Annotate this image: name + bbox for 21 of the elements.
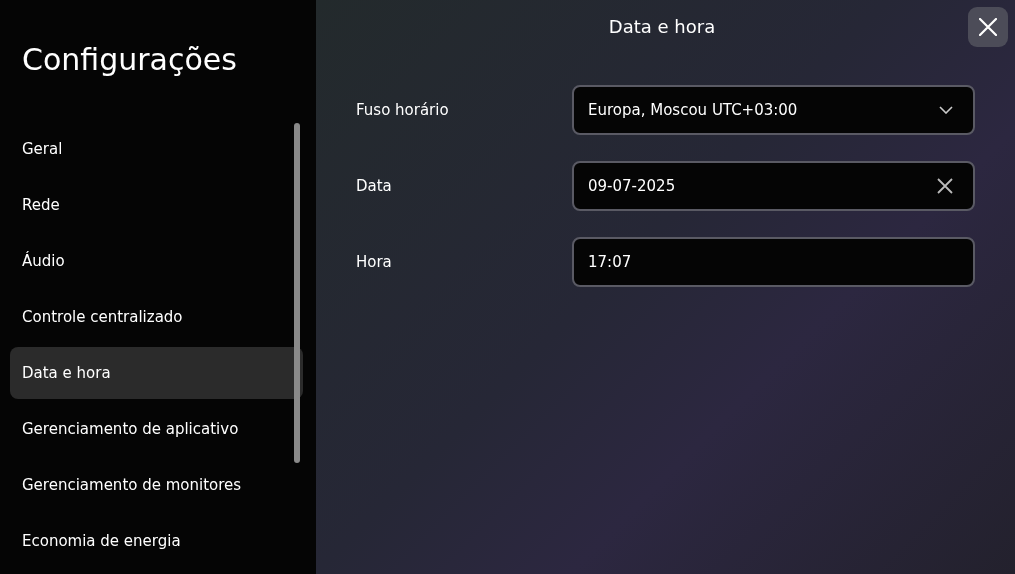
settings-title: Configurações <box>22 41 238 79</box>
date-field[interactable]: 09-07-2025 <box>572 161 975 211</box>
close-button[interactable] <box>968 7 1008 47</box>
sidebar-item[interactable]: Economia de energia <box>10 515 303 567</box>
sidebar-item[interactable]: Data e hora <box>10 347 303 399</box>
sidebar-item[interactable]: Gerenciamento de monitores <box>10 459 303 511</box>
timezone-dropdown[interactable]: Europa, Moscou UTC+03:00 <box>572 85 975 135</box>
sidebar-item[interactable]: Controle centralizado <box>10 291 303 343</box>
field-label: Fuso horário <box>356 101 450 119</box>
field-label: Hora <box>356 253 393 271</box>
chevron-down-icon <box>939 106 953 114</box>
close-icon <box>979 18 997 36</box>
sidebar-item[interactable]: Rede <box>10 179 303 231</box>
field-label: Data <box>356 177 393 195</box>
page-title: Data e hora <box>607 16 717 37</box>
time-field[interactable]: 17:07 <box>572 237 975 287</box>
sidebar-item[interactable]: Áudio <box>10 235 303 287</box>
clear-icon[interactable] <box>937 178 953 194</box>
sidebar-item[interactable]: Geral <box>10 123 303 175</box>
scrollbar-thumb[interactable] <box>294 123 300 463</box>
sidebar-item[interactable]: Gerenciamento de aplicativo <box>10 403 303 455</box>
